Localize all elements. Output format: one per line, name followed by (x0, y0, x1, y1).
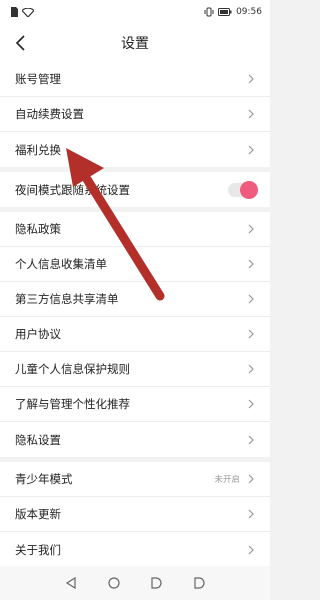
chevron-right-icon (246, 544, 256, 556)
settings-row-child-privacy[interactable]: 儿童个人信息保护规则 (0, 352, 270, 387)
settings-row-version-update[interactable]: 版本更新 (0, 497, 270, 532)
row-label: 福利兑换 (15, 142, 61, 157)
row-label: 个人信息收集清单 (15, 257, 107, 271)
row-label: 用户协议 (15, 327, 61, 341)
settings-row-user-agreement[interactable]: 用户协议 (0, 317, 270, 352)
back-button[interactable] (10, 32, 32, 54)
chevron-right-icon (246, 328, 256, 340)
status-time: 09:56 (236, 7, 262, 17)
status-left (10, 7, 34, 17)
chevron-right-icon (246, 398, 256, 410)
settings-row-personal-info-list[interactable]: 个人信息收集清单 (0, 247, 270, 282)
row-label: 第三方信息共享清单 (15, 292, 119, 306)
chevron-right-icon (246, 258, 256, 270)
vibrate-icon (204, 7, 214, 17)
settings-row-welfare-redeem[interactable]: 福利兑换 (0, 132, 270, 167)
chevron-right-icon (246, 144, 256, 156)
chevron-right-icon (246, 223, 256, 235)
status-right: 09:56 (204, 7, 262, 17)
row-label: 自动续费设置 (15, 107, 84, 121)
battery-icon (218, 8, 232, 16)
settings-row-night-mode: 夜间模式跟随系统设置 (0, 172, 270, 207)
row-label: 夜间模式跟随系统设置 (15, 182, 130, 197)
settings-group-about: 青少年模式 未开启 版本更新 关于我们 (0, 462, 270, 567)
settings-row-privacy-settings[interactable]: 隐私设置 (0, 422, 270, 457)
teen-mode-status: 未开启 (214, 475, 240, 485)
settings-group-privacy: 隐私政策 个人信息收集清单 第三方信息共享清单 用户协议 儿童个人信息保护规则 … (0, 212, 270, 457)
home-circle-icon[interactable] (108, 577, 120, 589)
chevron-right-icon (246, 293, 256, 305)
row-label: 了解与管理个性化推荐 (15, 397, 130, 411)
settings-row-auto-renew[interactable]: 自动续费设置 (0, 97, 270, 132)
row-label: 版本更新 (15, 507, 61, 521)
chevron-left-icon (15, 35, 25, 51)
page-title: 设置 (121, 36, 149, 52)
chevron-right-icon (246, 508, 256, 520)
settings-group-account: 账号管理 自动续费设置 福利兑换 (0, 62, 270, 167)
chevron-right-icon (246, 473, 256, 485)
toggle-knob (240, 180, 258, 199)
back-triangle-icon[interactable] (65, 577, 77, 589)
chevron-right-icon (246, 108, 256, 120)
settings-row-third-party-share[interactable]: 第三方信息共享清单 (0, 282, 270, 317)
row-label: 儿童个人信息保护规则 (15, 362, 130, 376)
row-label: 隐私政策 (15, 222, 61, 236)
settings-row-account-management[interactable]: 账号管理 (0, 62, 270, 97)
page-header: 设置 (0, 24, 270, 62)
recent-d-icon[interactable] (150, 577, 162, 589)
system-nav-bar (0, 566, 270, 600)
chevron-right-icon (246, 434, 256, 446)
row-label: 关于我们 (15, 542, 61, 557)
wifi-icon (22, 7, 34, 17)
row-label: 隐私设置 (15, 432, 61, 447)
row-label: 账号管理 (15, 72, 61, 86)
settings-group-display: 夜间模式跟随系统设置 (0, 172, 270, 207)
recent-d-icon[interactable] (193, 577, 205, 589)
sim-icon (11, 7, 18, 17)
chevron-right-icon (246, 363, 256, 375)
settings-row-personalized-recommend[interactable]: 了解与管理个性化推荐 (0, 387, 270, 422)
row-right: 未开启 (214, 473, 256, 485)
row-label: 青少年模式 (15, 472, 73, 486)
chevron-right-icon (246, 73, 256, 85)
night-mode-toggle[interactable] (228, 180, 258, 199)
status-bar: 09:56 (0, 0, 270, 24)
settings-row-about-us[interactable]: 关于我们 (0, 532, 270, 567)
settings-row-teen-mode[interactable]: 青少年模式 未开启 (0, 462, 270, 497)
settings-row-privacy-policy[interactable]: 隐私政策 (0, 212, 270, 247)
